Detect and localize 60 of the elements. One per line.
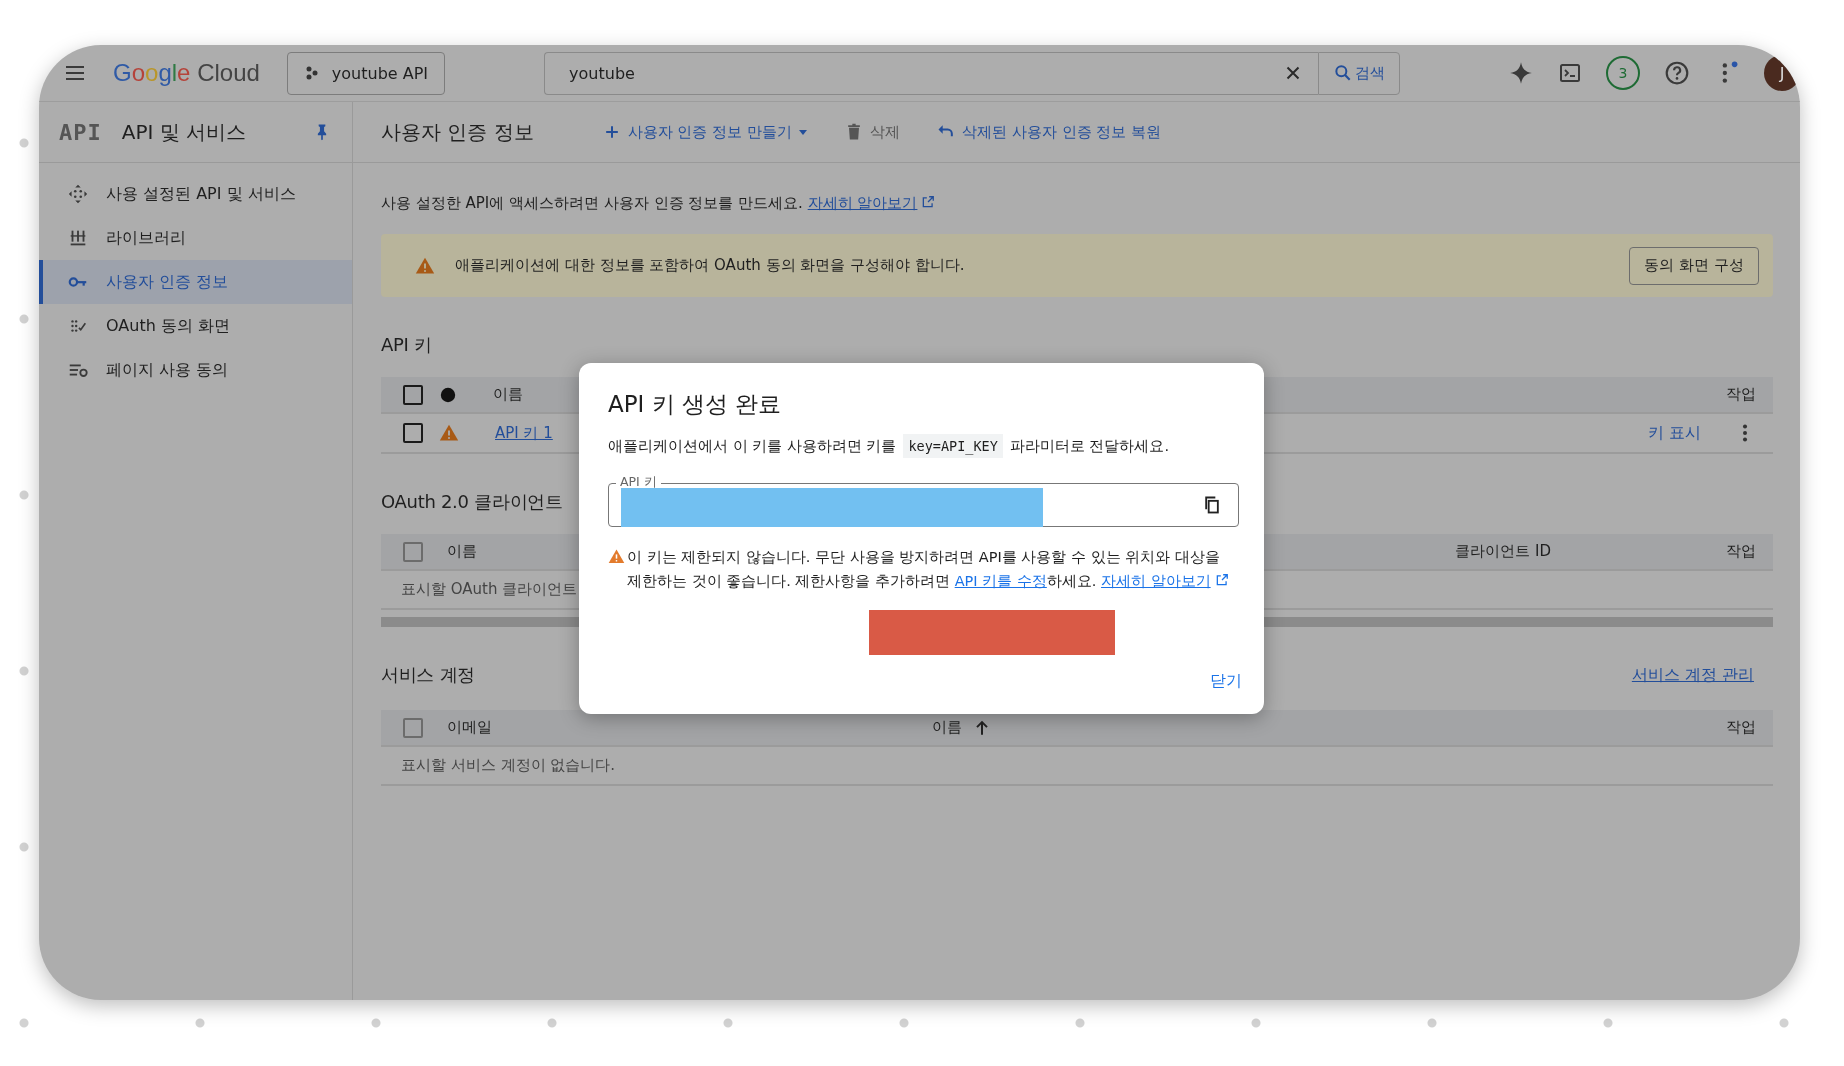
checkbox[interactable] — [403, 717, 423, 738]
notification-count[interactable]: 3 — [1606, 56, 1640, 90]
section-title: API 키 — [381, 333, 432, 357]
checkbox[interactable] — [403, 541, 423, 562]
close-button[interactable]: 닫기 — [1208, 667, 1244, 696]
caret-icon — [798, 127, 809, 137]
warning-text: 이 키는 제한되지 않습니다. 무단 사용을 방지하려면 API를 사용할 수 있는 위치와 대상을 제한하는 것이 좋습니다. 제한사항을 추가하려면 API 키를 수정하세요. 자세히 알아보기 — [627, 545, 1239, 593]
empty-message: 표시할 OAuth 클라이언트 — [401, 580, 578, 599]
logo[interactable]: Google Cloud — [113, 59, 260, 87]
diamond-arrows-icon — [67, 183, 89, 205]
external-link-icon — [1214, 573, 1229, 587]
page-title: 사용자 인증 정보 — [381, 118, 534, 146]
dialog-title: API 키 생성 완료 — [608, 390, 783, 419]
column-header: 이름 — [493, 385, 523, 404]
api-key-link[interactable]: API 키 1 — [495, 423, 553, 443]
configure-consent-button[interactable]: 동의 화면 구성 — [1629, 246, 1759, 285]
copy-icon[interactable] — [1202, 495, 1222, 515]
dialog-text: 파라미터로 전달하세요. — [1009, 436, 1170, 456]
external-link-icon — [921, 195, 936, 209]
search-field[interactable]: youtube — [567, 62, 1282, 84]
restore-action[interactable]: 삭제된 사용자 인증 정보 복원 — [936, 122, 1162, 142]
sidebar-item[interactable]: 페이지 사용 동의 — [39, 348, 352, 392]
project-picker[interactable]: youtube API — [286, 51, 446, 95]
edit-api-key-link[interactable]: API 키를 수정 — [954, 573, 1047, 589]
search-button[interactable]: 검색 — [1317, 51, 1400, 95]
column-header: 작업 — [1726, 718, 1756, 737]
sidebar-item[interactable]: 사용자 인증 정보 — [39, 260, 352, 304]
learn-more-link[interactable]: 자세히 알아보기 — [807, 194, 936, 212]
section-title: 서비스 계정 — [381, 663, 475, 687]
code-snippet: key=API_KEY — [903, 434, 1003, 458]
checkbox[interactable] — [403, 384, 423, 405]
status-dot-icon — [439, 385, 457, 404]
empty-message: 표시할 서비스 계정이 없습니다. — [401, 756, 616, 775]
column-header: 클라이언트 ID — [1455, 542, 1551, 561]
column-header: 이메일 — [447, 718, 492, 737]
sidebar-item[interactable]: OAuth 동의 화면 — [39, 304, 352, 348]
sidebar-item[interactable]: 사용 설정된 API 및 서비스 — [39, 172, 352, 216]
sidebar-title: API 및 서비스 — [121, 118, 247, 146]
terminal-icon[interactable] — [1558, 61, 1582, 85]
api-logo: API — [59, 119, 102, 145]
column-header: 작업 — [1726, 385, 1756, 404]
search-icon — [1332, 63, 1353, 83]
column-header: 이름 — [447, 542, 477, 561]
create-action[interactable]: 사용자 인증 정보 만들기 — [601, 122, 809, 142]
help-icon[interactable] — [1664, 60, 1690, 86]
more-icon[interactable] — [1741, 422, 1749, 444]
section-title: OAuth 2.0 클라이언트 — [381, 490, 563, 514]
search-bar[interactable]: youtube — [544, 51, 1318, 95]
intro-text: 사용 설정한 API에 액세스하려면 사용자 인증 정보를 만드세요. 자세히 알아보기 — [381, 194, 1773, 213]
warning-icon — [439, 423, 459, 443]
column-header: 작업 — [1726, 542, 1756, 561]
checkbox[interactable] — [403, 423, 423, 443]
show-key-link[interactable]: 키 표시 — [1647, 422, 1701, 444]
banner-text: 애플리케이션에 대한 정보를 포함하여 OAuth 동의 화면을 구성해야 합니다. — [455, 256, 965, 275]
warning-icon — [608, 548, 625, 565]
dialog-text: 애플리케이션에서 이 키를 사용하려면 키를 — [608, 436, 897, 456]
sidebar-item[interactable]: 라이브러리 — [39, 216, 352, 260]
learn-more-link[interactable]: 자세히 알아보기 — [1101, 573, 1229, 589]
manage-service-accounts-link[interactable]: 서비스 계정 관리 — [1631, 664, 1754, 686]
column-header[interactable]: 이름 — [932, 718, 962, 737]
